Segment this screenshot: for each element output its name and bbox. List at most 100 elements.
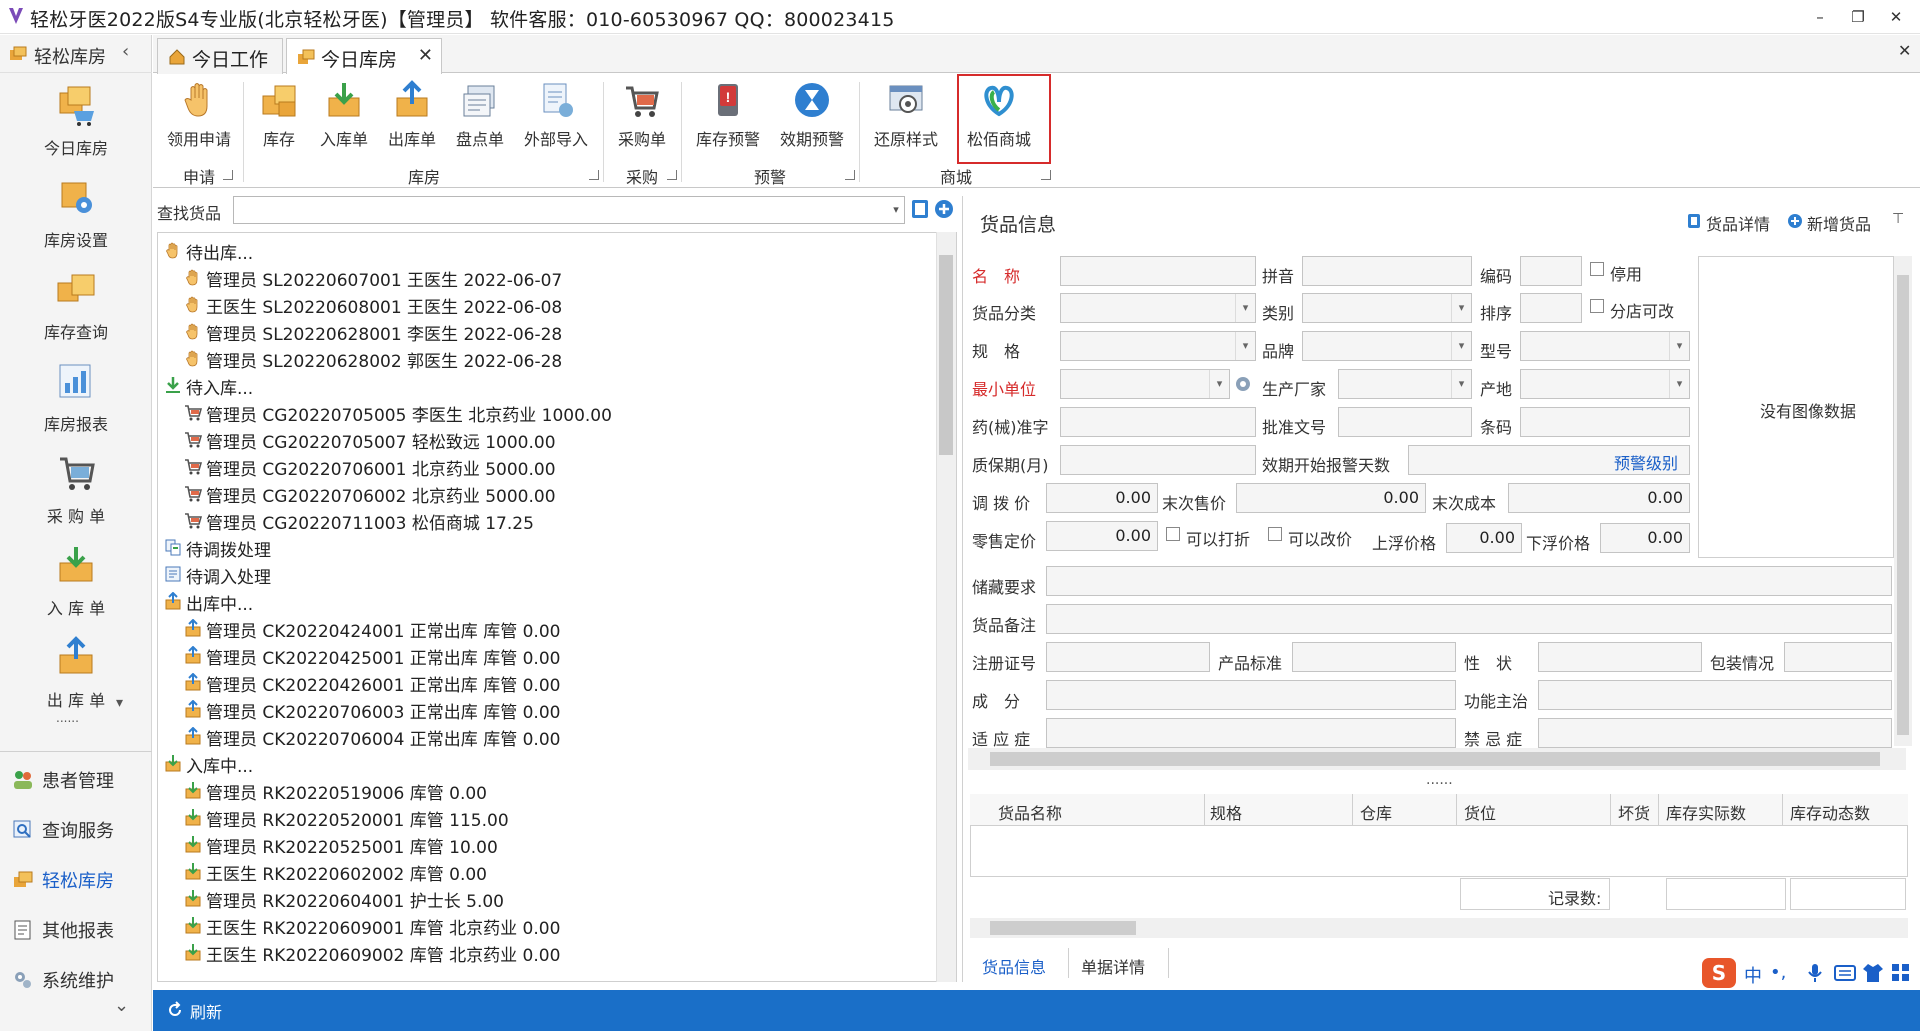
barcode-input[interactable] [1520, 407, 1690, 437]
function-input[interactable] [1538, 680, 1892, 710]
float-up-input[interactable]: 0.00 [1446, 523, 1522, 553]
nav-item-inventory-query[interactable]: 库存查询 [6, 263, 146, 355]
shelf-life-input[interactable] [1060, 445, 1256, 475]
discountable-checkbox[interactable] [1166, 527, 1180, 541]
sort-input[interactable] [1520, 293, 1582, 323]
ime-logo-icon[interactable]: S [1702, 958, 1736, 988]
name-input[interactable] [1060, 256, 1256, 286]
goods-detail-link[interactable]: 货品详情 [1706, 211, 1770, 235]
transfer-price-input[interactable]: 0.00 [1046, 483, 1158, 513]
nav-scroll-down[interactable]: ⌄ [114, 995, 129, 1016]
restore-button[interactable]: ❐ [1840, 4, 1876, 30]
ribbon-restore-style-button[interactable]: 还原样式 [867, 80, 945, 160]
ingredients-input[interactable] [1046, 680, 1456, 710]
ribbon-group-expand-icon[interactable] [845, 170, 855, 180]
type-select[interactable]: ▾ [1302, 293, 1472, 323]
tab-today-warehouse[interactable]: 今日库房 ✕ [286, 38, 442, 75]
column-spec[interactable]: 规格 [1210, 800, 1242, 824]
search-input[interactable] [233, 196, 905, 224]
search-dropdown-icon[interactable]: ▾ [887, 196, 905, 224]
nav-item-purchase-order[interactable]: 采 购 单 [6, 447, 146, 539]
approval-no-input[interactable] [1338, 407, 1472, 437]
min-unit-select[interactable]: ▾ [1060, 369, 1230, 399]
refresh-icon[interactable] [166, 1001, 184, 1019]
ribbon-inbound-button[interactable]: 入库单 [313, 80, 375, 160]
close-button[interactable]: ✕ [1878, 4, 1914, 30]
approval-input[interactable] [1060, 407, 1256, 437]
tree-scrollbar-thumb[interactable] [939, 255, 953, 455]
warn-level-link[interactable]: 预警级别 [1614, 450, 1678, 474]
brand-select[interactable]: ▾ [1302, 331, 1472, 361]
last-cost-input[interactable]: 0.00 [1508, 483, 1690, 513]
goods-form-hscrollbar-thumb[interactable] [990, 752, 1880, 766]
gear-icon[interactable] [1233, 374, 1253, 394]
origin-select[interactable]: ▾ [1520, 369, 1690, 399]
new-goods-link[interactable]: 新增货品 [1807, 211, 1871, 235]
ribbon-outbound-button[interactable]: 出库单 [381, 80, 443, 160]
nav-item-system-maintenance[interactable]: 系统维护 [12, 959, 144, 999]
nav-item-inbound-order[interactable]: 入 库 单 [6, 539, 146, 631]
pinyin-input[interactable] [1302, 256, 1472, 286]
chevron-down-icon[interactable]: ▾ [1669, 332, 1689, 360]
nav-item-warehouse-settings[interactable]: 库房设置 [6, 171, 146, 263]
nav-item-patients[interactable]: 患者管理 [12, 759, 144, 799]
float-down-input[interactable]: 0.00 [1600, 523, 1690, 553]
property-input[interactable] [1538, 642, 1702, 672]
column-dynamic-stock[interactable]: 库存动态数 [1790, 800, 1870, 824]
reg-no-input[interactable] [1046, 642, 1210, 672]
minimize-button[interactable]: – [1802, 4, 1838, 30]
chevron-down-icon[interactable]: ▾ [1451, 370, 1471, 398]
column-goods-name[interactable]: 货品名称 [998, 800, 1062, 824]
ime-language-toggle[interactable]: 中 [1744, 962, 1762, 988]
ribbon-stock-alert-button[interactable]: ! 库存预警 [689, 80, 767, 160]
spec-select[interactable]: ▾ [1060, 331, 1256, 361]
column-damaged[interactable]: 坏货 [1618, 800, 1650, 824]
nav-item-query-service[interactable]: 查询服务 [12, 809, 144, 849]
remark-input[interactable] [1046, 604, 1892, 634]
ribbon-external-import-button[interactable]: 外部导入 [517, 80, 595, 160]
chevron-down-icon[interactable]: ▾ [1451, 332, 1471, 360]
chevron-down-icon[interactable]: ▾ [1209, 370, 1229, 398]
skin-shirt-icon[interactable] [1862, 962, 1884, 984]
code-input[interactable] [1520, 256, 1582, 286]
chevron-down-icon[interactable]: ▾ [1235, 294, 1255, 322]
ribbon-group-expand-icon[interactable] [223, 170, 233, 180]
nav-more-arrow[interactable]: ▾ [116, 695, 123, 711]
column-actual-stock[interactable]: 库存实际数 [1666, 800, 1746, 824]
category-select[interactable]: ▾ [1060, 293, 1256, 323]
ribbon-stock-button[interactable]: 库存 [253, 80, 305, 160]
chevron-down-icon[interactable]: ▾ [1235, 332, 1255, 360]
ribbon-purchase-button[interactable]: 采购单 [611, 80, 673, 160]
goods-form-scrollbar-thumb[interactable] [1897, 275, 1909, 735]
indications-input[interactable] [1046, 718, 1456, 748]
column-location[interactable]: 货位 [1464, 800, 1496, 824]
tab-order-details[interactable]: 单据详情 [1081, 954, 1145, 978]
tab-today-work[interactable]: 今日工作 [157, 38, 283, 74]
nav-item-today-warehouse[interactable]: 今日库房 [6, 79, 146, 171]
manufacturer-select[interactable]: ▾ [1338, 369, 1472, 399]
keyboard-icon[interactable] [1834, 964, 1856, 982]
ime-punctuation-toggle[interactable]: •, [1770, 962, 1786, 983]
price-editable-checkbox[interactable] [1268, 527, 1282, 541]
tab-goods-info[interactable]: 货品信息 [982, 954, 1046, 978]
nav-collapse-button[interactable]: ‹ [122, 41, 129, 62]
contraindications-input[interactable] [1538, 718, 1892, 748]
chevron-down-icon[interactable]: ▾ [1451, 294, 1471, 322]
nav-item-outbound-order[interactable]: 出 库 单 [6, 631, 146, 723]
storage-input[interactable] [1046, 566, 1892, 596]
nav-item-other-reports[interactable]: 其他报表 [12, 909, 144, 949]
standard-input[interactable] [1292, 642, 1456, 672]
disabled-checkbox[interactable] [1590, 262, 1604, 276]
nav-item-warehouse-report[interactable]: 库房报表 [6, 355, 146, 447]
packing-input[interactable] [1784, 642, 1892, 672]
ribbon-group-expand-icon[interactable] [1041, 170, 1051, 180]
model-select[interactable]: ▾ [1520, 331, 1690, 361]
stock-grid-hscrollbar-thumb[interactable] [990, 921, 1136, 935]
add-circle-icon[interactable] [933, 198, 955, 220]
last-price-input[interactable]: 0.00 [1236, 483, 1426, 513]
microphone-icon[interactable] [1806, 962, 1824, 984]
search-list-icon[interactable] [909, 198, 931, 220]
chevron-down-icon[interactable]: ▾ [1669, 370, 1689, 398]
retail-price-input[interactable]: 0.00 [1046, 521, 1158, 551]
ribbon-stocktake-button[interactable]: 盘点单 [449, 80, 511, 160]
